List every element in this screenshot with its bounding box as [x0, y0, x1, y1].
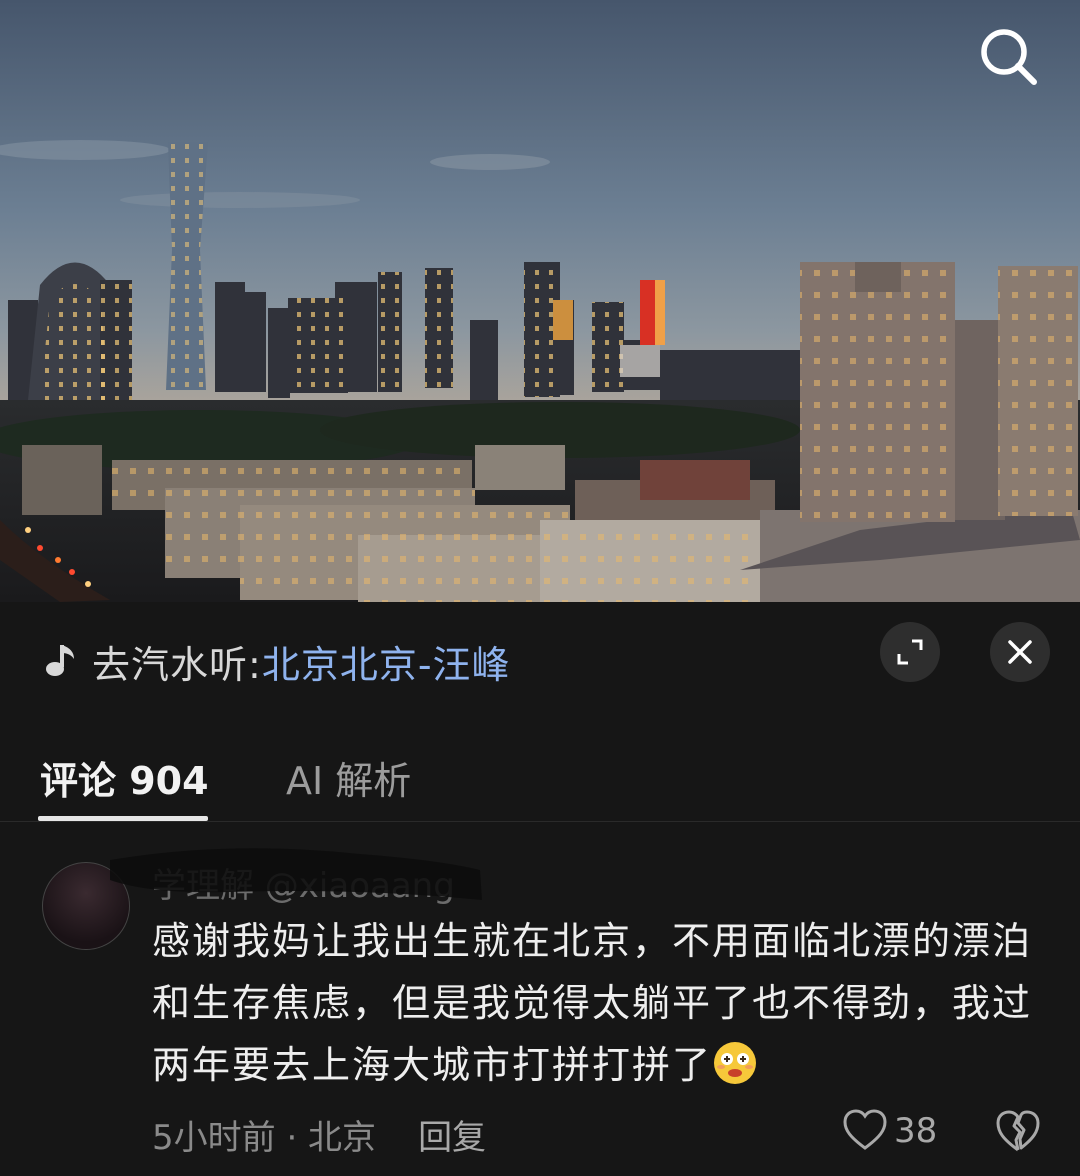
active-tab-indicator: [38, 816, 208, 821]
music-note-icon: [46, 645, 74, 676]
dizzy-face-emoji-icon: [714, 1042, 757, 1084]
expand-button[interactable]: [880, 622, 940, 682]
city-skyline-photo[interactable]: [0, 0, 1080, 602]
search-button[interactable]: [976, 24, 1042, 90]
comment-body: 感谢我妈让我出生就在北京，不用面临北漂的漂泊和生存焦虑，但是我觉得太躺平了也不得…: [152, 919, 1033, 1087]
broken-heart-icon[interactable]: [994, 1108, 1042, 1156]
like-count: 38: [894, 1111, 938, 1151]
comment-meta: 5小时前 · 北京 回复: [152, 1110, 486, 1159]
close-icon: [1008, 640, 1032, 664]
music-info[interactable]: 去汽水听: 北京北京-汪峰: [44, 634, 511, 688]
tab-ai-analysis[interactable]: AI 解析: [286, 750, 411, 805]
like-button[interactable]: 38: [842, 1108, 937, 1154]
close-button[interactable]: [990, 622, 1050, 682]
redaction-scribble: [110, 848, 482, 900]
comment-item: 学理解 @xiaoaang 感谢我妈让我出生就在北京，不用面临北漂的漂泊和生存焦…: [0, 822, 1080, 1176]
tab-comments[interactable]: 评论 904: [40, 750, 209, 805]
tab-bar: 评论 904 AI 解析: [0, 722, 1080, 822]
comment-text: 感谢我妈让我出生就在北京，不用面临北漂的漂泊和生存焦虑，但是我觉得太躺平了也不得…: [152, 910, 1032, 1096]
comment-time-location: 5小时前 · 北京: [152, 1118, 377, 1158]
heart-icon: [843, 1109, 887, 1150]
search-icon: [981, 29, 1037, 85]
song-link[interactable]: 北京北京-汪峰: [262, 634, 511, 689]
expand-icon: [897, 639, 923, 665]
music-source-label: 去汽水听:: [92, 642, 262, 687]
reply-button[interactable]: 回复: [418, 1110, 486, 1159]
